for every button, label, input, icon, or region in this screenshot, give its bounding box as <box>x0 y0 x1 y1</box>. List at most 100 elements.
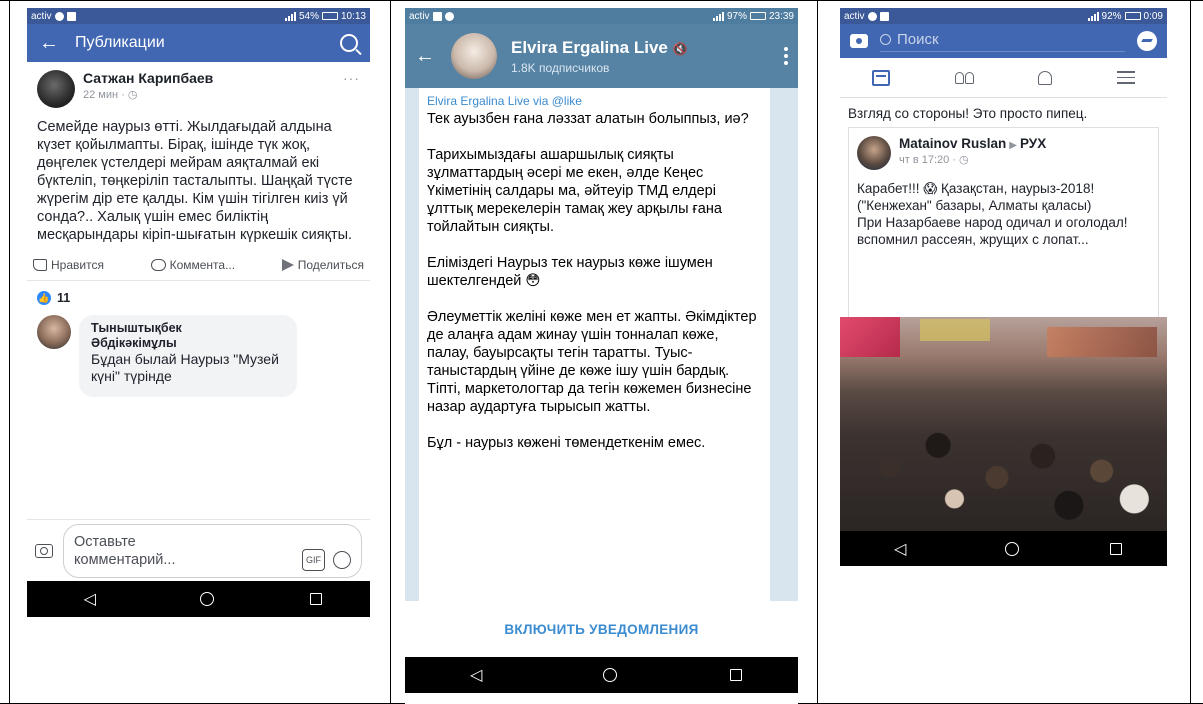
share-button[interactable]: Поделиться <box>281 258 364 272</box>
comment-input[interactable]: Оставьте комментарий... GIF <box>63 523 362 578</box>
recents-nav-icon[interactable] <box>310 593 323 605</box>
video-thumbnail[interactable] <box>840 317 1167 531</box>
friends-icon[interactable] <box>954 71 974 84</box>
back-nav-icon[interactable]: ◁ <box>75 589 105 609</box>
battery-icon <box>321 12 338 20</box>
message-paragraph: Бұл - наурыз көжені төмендеткенім емес. <box>427 435 706 451</box>
status-icon <box>444 11 454 21</box>
commenter-name[interactable]: Әбдікәкімұлы <box>91 336 285 351</box>
more-options-icon[interactable] <box>784 47 788 65</box>
signal-icon <box>712 11 724 21</box>
gif-icon[interactable]: GIF <box>302 548 325 571</box>
home-nav-icon[interactable] <box>603 668 618 682</box>
mute-icon: 🔇 <box>672 41 688 56</box>
more-options-icon[interactable]: ··· <box>343 70 360 86</box>
back-arrow-icon[interactable]: ← <box>415 45 435 68</box>
news-feed-icon[interactable] <box>872 69 891 86</box>
signal-icon <box>1087 11 1099 21</box>
like-button[interactable]: Нравится <box>33 258 104 272</box>
table-border-top <box>0 0 1203 1</box>
globe-icon: ◷ <box>959 154 969 166</box>
reactions-count: 11 <box>57 291 71 305</box>
commenter-avatar[interactable] <box>37 315 71 349</box>
battery-icon <box>1124 12 1141 20</box>
comment-item: Тыныштықбек Әбдікәкімұлы Бұдан былай Нау… <box>27 315 370 397</box>
chat-area: Elvira Ergalina Live via @like Тек ауызб… <box>405 88 798 601</box>
android-nav-bar: ◁ <box>27 581 370 617</box>
comment-placeholder: Оставьте <box>74 533 136 550</box>
subscriber-count: 1.8K подписчиков <box>511 60 610 75</box>
market-awning <box>1047 327 1157 357</box>
post-time: 22 мин · ◷ <box>83 89 138 101</box>
status-icon <box>879 11 889 21</box>
globe-icon: ◷ <box>127 89 138 101</box>
back-arrow-icon[interactable]: ← <box>39 32 59 55</box>
screenshot-facebook-feed: activ 92% 0:09 Поиск Взгляд со стороны! Э… <box>840 8 1167 597</box>
carrier-label: activ <box>409 10 430 22</box>
shared-post[interactable]: Matainov Ruslan ▶ РУХ чт в 17:20 · ◷ Караб… <box>848 127 1159 317</box>
table-divider-2 <box>817 0 818 704</box>
signal-icon <box>284 11 296 21</box>
message-paragraph: Еліміздегі Наурыз тек наурыз көже ішумен… <box>427 255 713 289</box>
comment-composer: Оставьте комментарий... GIF <box>27 519 370 581</box>
status-bar: activ 54% 10:13 <box>27 8 370 24</box>
screenshot-facebook-post: activ 54% 10:13 ← Публикации Сатжан Карип… <box>27 8 370 617</box>
channel-avatar[interactable] <box>451 33 497 79</box>
battery-level: 54% <box>298 10 319 22</box>
table-border-left <box>9 0 10 704</box>
home-nav-icon[interactable] <box>200 592 215 606</box>
post-header: Сатжан Карипбаев 22 мин · ◷ ··· <box>27 62 370 108</box>
carrier-label: activ <box>31 10 52 22</box>
carrier-label: activ <box>844 10 865 22</box>
commenter-name[interactable]: Тыныштықбек <box>91 321 285 336</box>
camera-icon[interactable] <box>850 34 868 48</box>
reactions-summary[interactable]: 👍 11 <box>27 281 370 315</box>
camera-icon[interactable] <box>35 543 53 558</box>
clock: 23:39 <box>768 10 794 22</box>
message-via[interactable]: Elvira Ergalina Live via @like <box>427 94 762 108</box>
home-nav-icon[interactable] <box>1005 541 1020 556</box>
battery-level: 97% <box>726 10 747 22</box>
message-paragraph: Әлеуметтік желіні көже мен ет жапты. Әкі… <box>427 309 757 415</box>
channel-header: ← Elvira Ergalina Live 🔇 1.8K подписчико… <box>405 24 798 88</box>
messenger-icon[interactable] <box>1137 31 1157 51</box>
comment-text: Бұдан былай Наурыз "Музей күні" түрінде <box>91 351 279 384</box>
notifications-bell-icon[interactable] <box>1038 70 1053 85</box>
avatar[interactable] <box>857 136 891 170</box>
recents-nav-icon[interactable] <box>729 669 742 681</box>
clock: 0:09 <box>1143 10 1163 22</box>
status-bar: activ 92% 0:09 <box>840 8 1167 24</box>
clock: 10:13 <box>340 10 366 22</box>
emoji-icon[interactable] <box>333 550 351 569</box>
android-nav-bar: ◁ <box>405 657 798 693</box>
post-author[interactable]: Сатжан Карипбаев <box>83 70 343 86</box>
search-input[interactable]: Поиск <box>880 31 1125 52</box>
comment-icon <box>150 259 166 271</box>
post-time: чт в 17:20 · ◷ <box>899 154 969 166</box>
channel-message: Elvira Ergalina Live via @like Тек ауызб… <box>419 88 770 601</box>
battery-icon <box>749 12 766 20</box>
search-icon[interactable] <box>340 34 358 52</box>
enable-notifications-button[interactable]: ВКЛЮЧИТЬ УВЕДОМЛЕНИЯ <box>405 601 798 657</box>
post-actions: Нравится Коммента... Поделиться <box>27 244 370 281</box>
avatar[interactable] <box>37 70 75 108</box>
like-reaction-icon: 👍 <box>37 291 51 305</box>
comment-bubble[interactable]: Тыныштықбек Әбдікәкімұлы Бұдан былай Нау… <box>79 315 297 397</box>
channel-name[interactable]: Elvira Ergalina Live 🔇 <box>511 38 784 58</box>
status-icon <box>432 11 442 21</box>
shared-author[interactable]: Matainov Ruslan ▶ РУХ <box>899 136 1046 151</box>
post-text: Семейде наурыз өтті. Жылдағыдай алдына к… <box>37 119 353 243</box>
market-sign <box>840 317 900 357</box>
search-icon <box>880 33 891 45</box>
message-paragraph: Тарихымыздағы ашаршылық сияқты зұлматтар… <box>427 147 722 235</box>
status-bar: activ 97% 23:39 <box>405 8 798 24</box>
menu-icon[interactable] <box>1116 71 1135 84</box>
back-nav-icon[interactable]: ◁ <box>885 539 915 559</box>
share-icon <box>281 259 294 271</box>
back-nav-icon[interactable]: ◁ <box>461 665 491 685</box>
share-label: Поделиться <box>297 258 364 272</box>
recents-nav-icon[interactable] <box>1109 542 1122 555</box>
comment-button[interactable]: Коммента... <box>150 258 235 272</box>
app-header: Поиск <box>840 24 1167 58</box>
battery-level: 92% <box>1101 10 1122 22</box>
